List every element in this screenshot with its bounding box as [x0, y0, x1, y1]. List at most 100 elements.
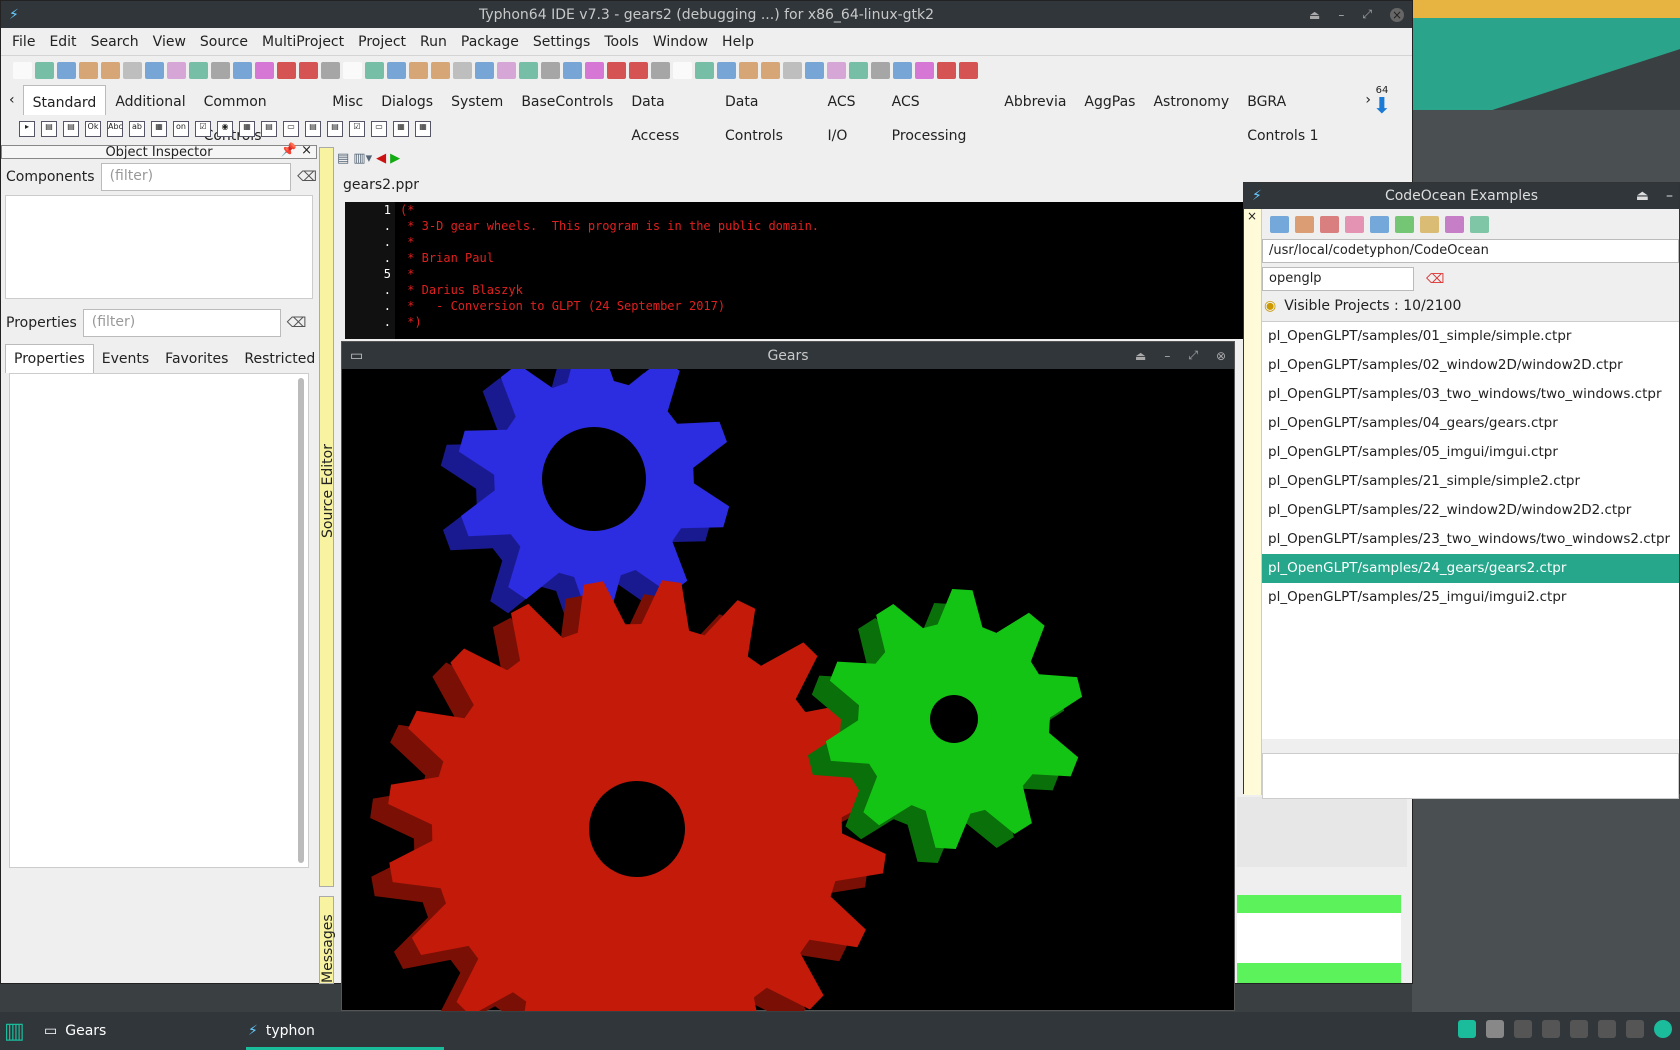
list-item[interactable]: pl_OpenGLPT/samples/02_window2D/window2D…	[1262, 351, 1679, 380]
toolbar-button-icon[interactable]	[695, 61, 714, 79]
menu-package[interactable]: Package	[454, 34, 526, 50]
paperclip-icon[interactable]	[1514, 1020, 1532, 1038]
minimize-icon[interactable]: –	[1338, 8, 1344, 22]
property-grid[interactable]	[9, 373, 309, 868]
toolbar-button-icon[interactable]	[211, 61, 230, 79]
taskbar-item-gears[interactable]: ▭ Gears	[44, 1012, 106, 1050]
palette-tab[interactable]: Additional	[106, 85, 194, 115]
palette-tab[interactable]: ACS Processing	[883, 85, 996, 144]
palette-component-icon[interactable]: ☑	[195, 120, 211, 137]
toolbar-button-icon[interactable]	[79, 61, 98, 79]
minimize-icon[interactable]: –	[1666, 188, 1673, 204]
components-tree[interactable]	[5, 195, 313, 299]
list-item[interactable]: pl_OpenGLPT/samples/04_gears/gears.ctpr	[1262, 409, 1679, 438]
shade-icon[interactable]: ⏏	[1309, 8, 1320, 22]
minimize-icon[interactable]: –	[1164, 349, 1170, 363]
editor-icon[interactable]: ▤	[337, 151, 349, 166]
toolbar-button-icon[interactable]	[409, 61, 428, 79]
codeocean-tool-icon[interactable]	[1270, 215, 1289, 233]
toolbar-button-icon[interactable]	[541, 61, 560, 79]
palette-component-icon[interactable]: ▸	[19, 120, 35, 137]
palette-component-icon[interactable]: ▭	[283, 120, 299, 137]
tab-favorites[interactable]: Favorites	[157, 345, 236, 373]
palette-tab[interactable]: Data Access	[622, 85, 716, 144]
toolbar-button-icon[interactable]	[871, 61, 890, 79]
toolbar-button-icon[interactable]	[233, 61, 252, 79]
toolbar-button-icon[interactable]	[937, 61, 956, 79]
palette-tab[interactable]: AggPas	[1075, 85, 1144, 115]
source-editor-side-tab[interactable]: Source Editor	[319, 147, 336, 887]
toolbar-button-icon[interactable]	[475, 61, 494, 79]
palette-tab[interactable]: Common Controls	[195, 85, 324, 144]
toolbar-button-icon[interactable]	[123, 61, 142, 79]
list-item[interactable]: pl_OpenGLPT/samples/03_two_windows/two_w…	[1262, 380, 1679, 409]
toolbar-button-icon[interactable]	[57, 61, 76, 79]
codeocean-tool-icon[interactable]	[1420, 215, 1439, 233]
palette-component-icon[interactable]: ab	[129, 120, 145, 137]
maximize-icon[interactable]: ⤢	[1362, 7, 1372, 22]
menu-run[interactable]: Run	[413, 34, 454, 50]
toolbar-button-icon[interactable]	[387, 61, 406, 79]
menu-window[interactable]: Window	[646, 34, 715, 50]
toolbar-button-icon[interactable]	[717, 61, 736, 79]
close-icon[interactable]: 📌 ×	[281, 144, 312, 158]
toolbar-button-icon[interactable]	[915, 61, 934, 79]
tab-properties[interactable]: Properties	[5, 344, 94, 373]
palette-component-icon[interactable]: on	[173, 120, 189, 137]
toolbar-button-icon[interactable]	[453, 61, 472, 79]
shade-icon[interactable]: ⏏	[1636, 188, 1649, 204]
toolbar-button-icon[interactable]	[607, 61, 626, 79]
palette-component-icon[interactable]: ▤	[63, 120, 79, 137]
palette-tab[interactable]: BGRA Controls 1	[1238, 85, 1357, 144]
menu-settings[interactable]: Settings	[526, 34, 597, 50]
palette-tab[interactable]: Abbrevia	[995, 85, 1075, 115]
toolbar-button-icon[interactable]	[343, 61, 362, 79]
toolbar-button-icon[interactable]	[673, 61, 692, 79]
menu-search[interactable]: Search	[84, 34, 146, 50]
close-icon[interactable]: ×	[1390, 7, 1404, 22]
palette-component-icon[interactable]: ▦	[393, 120, 409, 137]
components-filter-input[interactable]: (filter)	[100, 163, 292, 191]
list-item[interactable]: pl_OpenGLPT/samples/24_gears/gears2.ctpr	[1262, 554, 1679, 583]
menu-tools[interactable]: Tools	[597, 34, 646, 50]
toolbar-button-icon[interactable]	[651, 61, 670, 79]
palette-scroll-left-icon[interactable]: ‹	[1, 92, 23, 108]
clear-filter-icon[interactable]: ⌫	[1426, 272, 1444, 287]
menu-multiproject[interactable]: MultiProject	[255, 34, 351, 50]
palette-component-icon[interactable]: ▦	[239, 120, 255, 137]
clear-filter-icon[interactable]: ⌫	[297, 169, 317, 185]
list-item[interactable]: pl_OpenGLPT/samples/01_simple/simple.ctp…	[1262, 322, 1679, 351]
codeocean-tool-icon[interactable]	[1320, 215, 1339, 233]
toolbar-button-icon[interactable]	[849, 61, 868, 79]
taskbar-item-typhon[interactable]: ⚡ typhon	[248, 1012, 315, 1050]
toolbar-button-icon[interactable]	[13, 61, 32, 79]
palette-component-icon[interactable]: Ok	[85, 120, 101, 137]
palette-component-icon[interactable]: ▤	[261, 120, 277, 137]
toolbar-button-icon[interactable]	[827, 61, 846, 79]
list-item[interactable]: pl_OpenGLPT/samples/25_imgui/imgui2.ctpr	[1262, 583, 1679, 612]
codeocean-tool-icon[interactable]	[1470, 215, 1489, 233]
code-editor[interactable]: 1... 5... (* * 3-D gear wheels. This prog…	[345, 202, 1245, 339]
toolbar-button-icon[interactable]	[739, 61, 758, 79]
toolbar-button-icon[interactable]	[35, 61, 54, 79]
codeocean-tool-icon[interactable]	[1445, 215, 1464, 233]
menu-project[interactable]: Project	[351, 34, 413, 50]
palette-component-icon[interactable]: ▦	[415, 120, 431, 137]
menu-view[interactable]: View	[146, 34, 193, 50]
palette-component-icon[interactable]: ▭	[371, 120, 387, 137]
network-icon[interactable]	[1542, 1020, 1560, 1038]
toolbar-button-icon[interactable]	[893, 61, 912, 79]
menu-file[interactable]: File	[5, 34, 42, 50]
toolbar-button-icon[interactable]	[761, 61, 780, 79]
toolbar-button-icon[interactable]	[145, 61, 164, 79]
shade-icon[interactable]: ⏏	[1135, 349, 1146, 363]
codeocean-tool-icon[interactable]	[1370, 215, 1389, 233]
palette-component-icon[interactable]: ▤	[305, 120, 321, 137]
toolbar-button-icon[interactable]	[277, 61, 296, 79]
menu-help[interactable]: Help	[715, 34, 761, 50]
volume-icon[interactable]	[1598, 1020, 1616, 1038]
codeocean-tool-icon[interactable]	[1345, 215, 1364, 233]
clock-icon[interactable]	[1626, 1020, 1644, 1038]
list-item[interactable]: pl_OpenGLPT/samples/23_two_windows/two_w…	[1262, 525, 1679, 554]
list-item[interactable]: pl_OpenGLPT/samples/21_simple/simple2.ct…	[1262, 467, 1679, 496]
